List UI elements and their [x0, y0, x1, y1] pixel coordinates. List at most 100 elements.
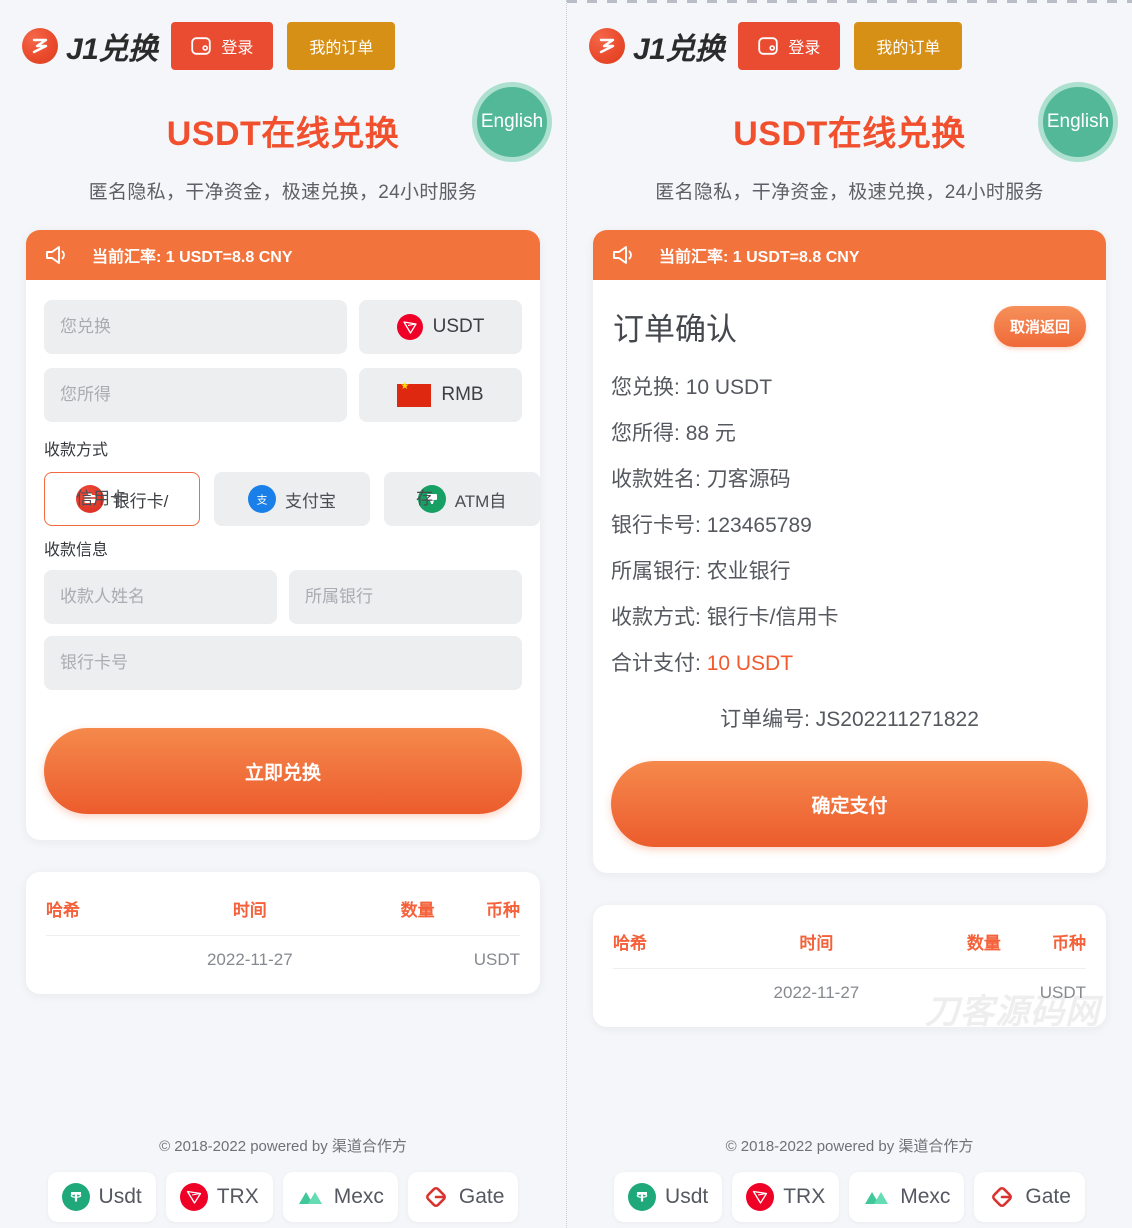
- coin-trx[interactable]: TRX: [165, 1172, 273, 1222]
- panel-order-confirm: J1兑换 登录 我的订单 USDT在线兑换 匿名隐私，干净资金，极速兑换，24小…: [566, 0, 1132, 1228]
- usdt-icon: [628, 1183, 657, 1211]
- mexc-icon: [297, 1183, 325, 1211]
- order-line-receive-label: 您所得:: [611, 422, 680, 445]
- order-line-name: 收款姓名: 刀客源码: [611, 463, 1088, 493]
- column-header-amount: 数量: [896, 921, 1001, 969]
- cell-hash: [613, 969, 736, 1008]
- my-orders-button[interactable]: 我的订单: [287, 22, 396, 70]
- pay-amount-input[interactable]: [44, 300, 347, 354]
- payment-method-bank-card[interactable]: 银行卡/ 信用卡: [44, 472, 200, 526]
- payment-method-alipay-label: 支付宝: [285, 491, 336, 511]
- coin-mexc[interactable]: Mexc: [282, 1172, 398, 1222]
- coin-trx-label: TRX: [216, 1185, 259, 1208]
- exchange-form: USDT RMB 收款方式: [26, 280, 540, 840]
- hero-subtitle: 匿名隐私，干净资金，极速兑换，24小时服务: [88, 182, 478, 203]
- login-label: 登录: [221, 40, 254, 57]
- order-line-method-value: 银行卡/信用卡: [706, 606, 839, 629]
- order-line-receive-value: 88 元: [685, 422, 736, 445]
- order-title: 订单确认: [613, 312, 737, 347]
- svg-text:支: 支: [257, 493, 268, 506]
- coin-gate[interactable]: Gate: [974, 1172, 1085, 1222]
- pay-currency-select[interactable]: USDT: [359, 300, 522, 354]
- hero-subtitle: 匿名隐私，干净资金，极速兑换，24小时服务: [655, 182, 1044, 203]
- payment-method-atm[interactable]: ATM自 存: [384, 472, 540, 526]
- my-orders-label: 我的订单: [876, 40, 941, 57]
- transaction-table: 哈希 时间 数量 币种 2022-11-27 USDT: [46, 888, 520, 974]
- gate-icon: [422, 1183, 450, 1211]
- tron-icon: [179, 1183, 208, 1211]
- order-confirm-card: 当前汇率: 1 USDT=8.8 CNY 订单确认 取消返回 您兑换: 10 U…: [593, 230, 1106, 873]
- wallet-icon: [191, 37, 212, 55]
- table-header-row: 哈希 时间 数量 币种: [613, 921, 1086, 969]
- partner-coin-list: Usdt TRX Mexc Gate: [0, 1172, 566, 1222]
- order-line-total-label: 合计支付:: [611, 652, 701, 675]
- order-line-name-label: 收款姓名:: [611, 468, 701, 491]
- brand-logo[interactable]: J1兑换: [22, 24, 158, 68]
- cell-amount: [897, 969, 1001, 1008]
- cell-time: 2022-11-27: [773, 983, 860, 1002]
- coin-mexc[interactable]: Mexc: [849, 1172, 965, 1222]
- logo-icon: [589, 28, 625, 64]
- rate-text: 当前汇率: 1 USDT=8.8 CNY: [92, 249, 293, 266]
- china-flag-icon: [397, 382, 432, 407]
- coin-gate[interactable]: Gate: [407, 1172, 519, 1222]
- rate-banner: 当前汇率: 1 USDT=8.8 CNY: [593, 230, 1106, 280]
- login-button[interactable]: 登录: [171, 22, 274, 70]
- receive-currency-label: RMB: [441, 384, 484, 405]
- payment-method-label: 收款方式: [44, 442, 109, 459]
- brand-logo[interactable]: J1兑换: [589, 24, 725, 68]
- column-header-hash: 哈希: [613, 921, 736, 969]
- recipient-row-1: [44, 570, 522, 624]
- my-orders-button[interactable]: 我的订单: [854, 22, 963, 70]
- recipient-card-input[interactable]: [44, 636, 522, 690]
- coin-usdt[interactable]: Usdt: [614, 1172, 723, 1222]
- recipient-row-2: [44, 636, 522, 690]
- order-line-total-value: 10 USDT: [706, 652, 794, 675]
- coin-trx[interactable]: TRX: [732, 1172, 840, 1222]
- exchange-now-button[interactable]: 立即兑换: [44, 728, 522, 814]
- rate-banner: 当前汇率: 1 USDT=8.8 CNY: [26, 230, 540, 280]
- confirm-payment-button[interactable]: 确定支付: [611, 761, 1088, 847]
- recipient-info-label: 收款信息: [44, 542, 109, 559]
- tron-icon: [746, 1183, 775, 1211]
- coin-usdt[interactable]: Usdt: [47, 1172, 156, 1222]
- coin-gate-label: Gate: [458, 1185, 505, 1208]
- receive-currency-select[interactable]: RMB: [359, 368, 522, 422]
- cell-currency: USDT: [1039, 983, 1086, 1002]
- recipient-name-input[interactable]: [44, 570, 277, 624]
- coin-mexc-label: Mexc: [333, 1185, 384, 1208]
- payment-method-alipay[interactable]: 支 支付宝: [214, 472, 370, 526]
- order-line-bank-label: 所属银行:: [611, 560, 701, 583]
- column-header-time: 时间: [169, 888, 331, 936]
- hero-section: USDT在线兑换 匿名隐私，干净资金，极速兑换，24小时服务 English: [567, 80, 1132, 208]
- order-line-card-value: 123465789: [706, 514, 812, 537]
- order-line-card: 银行卡号: 123465789: [611, 509, 1088, 539]
- brand-name: J1兑换: [66, 33, 158, 66]
- exchange-card: 当前汇率: 1 USDT=8.8 CNY USDT: [26, 230, 540, 840]
- order-line-card-label: 银行卡号:: [611, 514, 701, 537]
- megaphone-icon: [44, 244, 70, 266]
- my-orders-label: 我的订单: [309, 40, 374, 57]
- payment-method-atm-label-wrap: 存: [416, 489, 433, 508]
- rate-text: 当前汇率: 1 USDT=8.8 CNY: [659, 249, 860, 266]
- coin-usdt-label: Usdt: [98, 1185, 142, 1208]
- brand-name: J1兑换: [633, 33, 725, 66]
- table-header-row: 哈希 时间 数量 币种: [46, 888, 520, 936]
- recipient-bank-input[interactable]: [289, 570, 522, 624]
- column-header-time: 时间: [735, 921, 897, 969]
- gate-icon: [988, 1183, 1016, 1211]
- column-header-amount: 数量: [330, 888, 435, 936]
- order-summary-list: 您兑换: 10 USDT 您所得: 88 元 收款姓名: 刀客源码 银行卡号: …: [611, 371, 1088, 677]
- cancel-return-button[interactable]: 取消返回: [993, 306, 1086, 347]
- order-line-pay-label: 您兑换:: [611, 376, 680, 399]
- language-switch-button[interactable]: English: [1038, 82, 1118, 162]
- login-button[interactable]: 登录: [738, 22, 841, 70]
- order-line-method-label: 收款方式:: [611, 606, 701, 629]
- receive-amount-input[interactable]: [44, 368, 347, 422]
- panel-exchange-form: J1兑换 登录 我的订单 USDT在线兑换 匿名隐私，干净资金，极速兑换，24小…: [0, 0, 566, 1228]
- cell-hash: [46, 936, 169, 975]
- usdt-icon: [61, 1183, 90, 1211]
- language-switch-button[interactable]: English: [472, 82, 552, 162]
- app-header: J1兑换 登录 我的订单: [0, 0, 566, 80]
- hero-section: USDT在线兑换 匿名隐私，干净资金，极速兑换，24小时服务 English: [0, 80, 566, 208]
